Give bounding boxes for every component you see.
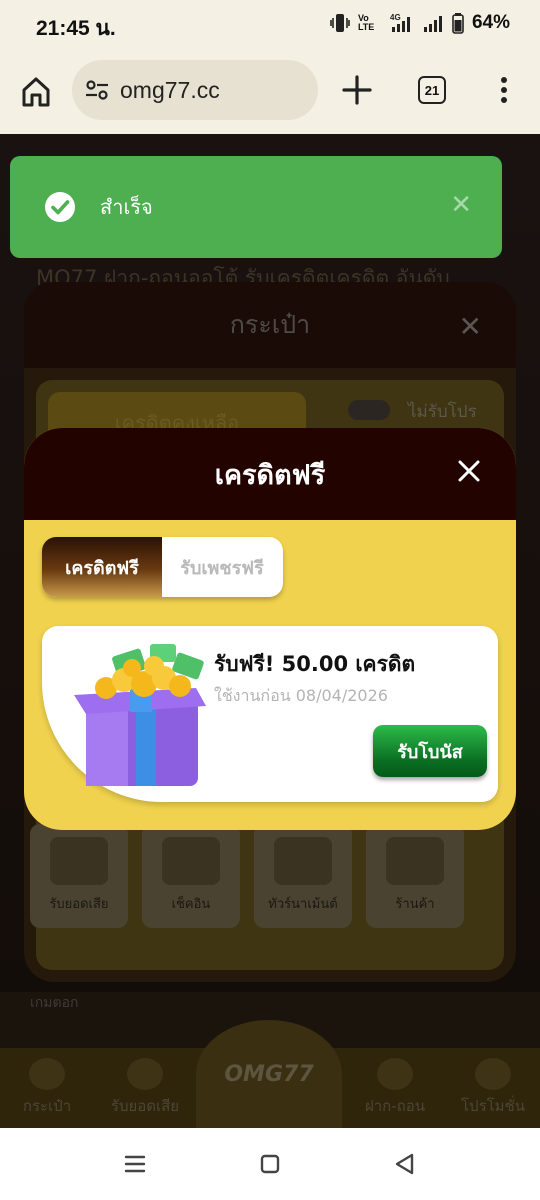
status-bar: 21:45 น. Vo LTE 4G 64% — [0, 0, 540, 50]
wallet-title: กระเป๋า — [229, 310, 311, 339]
battery-percent: 64% — [471, 12, 510, 33]
promo-toggle — [348, 400, 390, 420]
map-pin-icon — [274, 837, 332, 885]
shop-icon — [386, 837, 444, 885]
reward-title: รับฟรี! 50.00 เครดิต — [214, 652, 416, 676]
battery-icon — [452, 13, 464, 34]
close-icon[interactable] — [456, 458, 482, 484]
wallet-header: กระเป๋า ✕ — [24, 282, 516, 368]
free-credit-modal: เครดิตฟรี เครดิตฟรี รับเพชรฟรี รับฟรี! 5… — [24, 428, 516, 830]
modal-title: เครดิตฟรี — [214, 459, 326, 491]
tile-label: ทัวร์นาเม้นต์ — [268, 897, 338, 912]
home-icon[interactable] — [18, 74, 54, 110]
system-nav-bar — [0, 1128, 540, 1200]
nav-wallet: กระเป๋า — [2, 1048, 92, 1128]
tab-free-diamond[interactable]: รับเพชรฟรี — [162, 537, 282, 597]
reward-expiry: ใช้งานก่อน 08/04/2026 — [214, 686, 388, 705]
signal-4g-icon: 4G — [390, 13, 410, 32]
nav-label: รับยอดเสีย — [110, 1097, 180, 1115]
tile-label: รับยอดเสีย — [49, 897, 109, 912]
tile-label: เช็คอิน — [171, 897, 211, 912]
back-icon[interactable] — [392, 1152, 418, 1176]
tab-free-credit[interactable]: เครดิตฟรี — [42, 537, 162, 597]
browser-toolbar: omg77.cc 21 — [0, 50, 540, 134]
modal-header: เครดิตฟรี — [24, 428, 516, 520]
volte-icon: Vo LTE — [357, 13, 375, 32]
tab-switcher-button[interactable]: 21 — [418, 76, 446, 104]
check-circle-icon — [45, 192, 75, 222]
status-time: 21:45 น. — [36, 17, 116, 40]
tile-label: ร้านค้า — [395, 897, 435, 912]
nav-label: โปรโมชั่น — [460, 1097, 525, 1115]
nav-label: ฝาก-ถอน — [364, 1097, 426, 1115]
reward-card: รับฟรี! 50.00 เครดิต ใช้งานก่อน 08/04/20… — [42, 626, 498, 802]
recents-icon[interactable] — [122, 1152, 148, 1176]
more-menu-icon[interactable] — [494, 75, 514, 105]
tile-cashback: รับยอดเสีย — [30, 824, 128, 928]
tile-checkin: เช็คอิน — [142, 824, 240, 928]
nav-promotion: โปรโมชั่น — [448, 1048, 538, 1128]
home-nav-icon[interactable] — [257, 1152, 283, 1176]
new-tab-icon[interactable] — [340, 73, 374, 107]
wallet-tiles: รับยอดเสีย เช็คอิน ทัวร์นาเม้นต์ ร้านค้า — [30, 824, 464, 928]
nav-deposit: ฝาก-ถอน — [350, 1048, 440, 1128]
games-label: เกมตอก — [30, 995, 79, 1011]
address-bar[interactable]: omg77.cc — [72, 60, 318, 120]
wallet-icon — [29, 1058, 65, 1090]
tile-tournament: ทัวร์นาเม้นต์ — [254, 824, 352, 928]
signal-icon — [423, 16, 442, 32]
nav-cashback: รับยอดเสีย — [100, 1048, 190, 1128]
status-icons: Vo LTE 4G 64% — [330, 12, 510, 34]
promo-toggle-label: ไม่รับโปร — [408, 402, 477, 422]
success-toast: สำเร็จ ✕ — [10, 156, 502, 258]
vibrate-icon — [330, 14, 350, 32]
nav-logo: OMG77 — [196, 1020, 342, 1128]
promotion-icon — [475, 1058, 511, 1090]
svg-text:4G: 4G — [390, 13, 401, 22]
site-settings-icon[interactable] — [84, 77, 110, 103]
nav-label: กระเป๋า — [22, 1097, 72, 1115]
wallet-close-icon: ✕ — [458, 310, 482, 343]
bottom-nav: กระเป๋า รับยอดเสีย OMG77 ฝาก-ถอน โปรโมชั… — [0, 1020, 540, 1128]
calendar-clock-icon — [162, 837, 220, 885]
claim-bonus-button[interactable]: รับโบนัส — [373, 725, 487, 777]
gift-box-icon — [74, 644, 206, 786]
url-text[interactable]: omg77.cc — [120, 77, 220, 104]
toast-message: สำเร็จ — [100, 195, 153, 219]
cashback-icon — [127, 1058, 163, 1090]
tile-shop: ร้านค้า — [366, 824, 464, 928]
toast-close-icon[interactable]: ✕ — [450, 190, 472, 220]
deposit-icon — [377, 1058, 413, 1090]
cashback-icon — [50, 837, 108, 885]
modal-tabs: เครดิตฟรี รับเพชรฟรี — [42, 537, 283, 597]
